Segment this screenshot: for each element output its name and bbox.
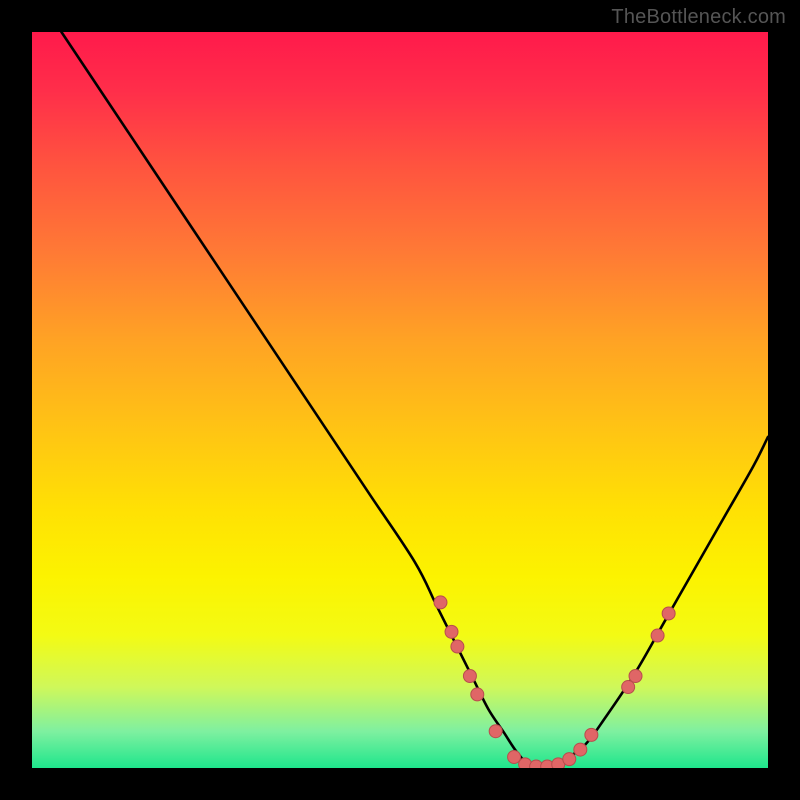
data-point: [662, 607, 675, 620]
data-point: [563, 753, 576, 766]
data-point: [622, 681, 635, 694]
watermark-text: TheBottleneck.com: [611, 6, 786, 29]
data-point: [471, 688, 484, 701]
data-point: [629, 670, 642, 683]
data-point: [585, 728, 598, 741]
bottleneck-curve: [61, 32, 768, 768]
data-point: [651, 629, 664, 642]
curve-overlay: [32, 32, 768, 768]
plot-area: [32, 32, 768, 768]
curve-dots: [434, 596, 675, 768]
data-point: [434, 596, 447, 609]
data-point: [489, 725, 502, 738]
data-point: [445, 625, 458, 638]
chart-container: TheBottleneck.com: [0, 0, 800, 800]
data-point: [463, 670, 476, 683]
data-point: [508, 750, 521, 763]
data-point: [574, 743, 587, 756]
data-point: [451, 640, 464, 653]
